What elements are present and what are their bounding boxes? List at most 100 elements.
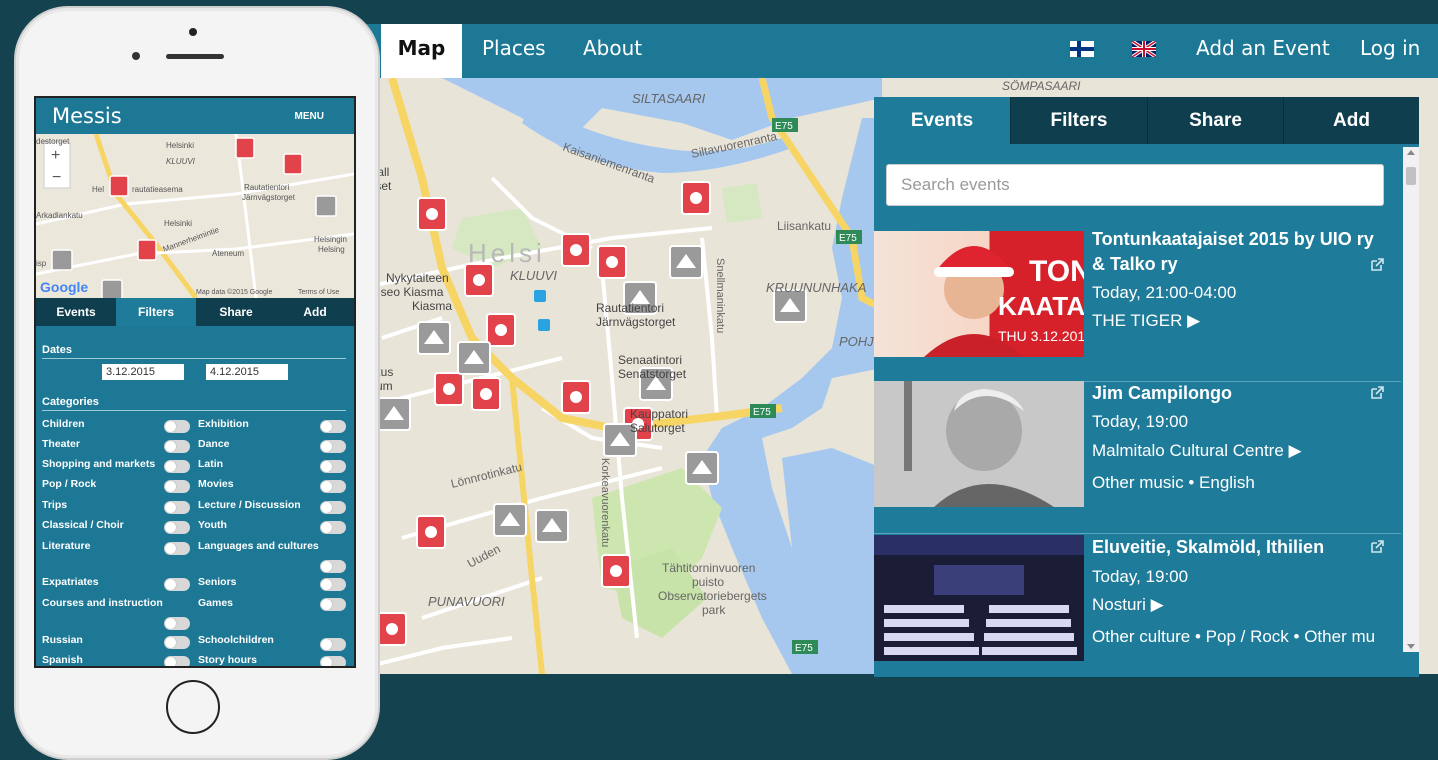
divider — [42, 410, 346, 411]
tab-add[interactable]: Add — [1283, 97, 1419, 144]
event-item[interactable]: TON KAATAJ THU 3.12.2015 Tontunkaatajais… — [874, 229, 1401, 382]
home-button — [166, 680, 220, 734]
zoom-out-icon[interactable]: − — [52, 169, 61, 186]
category-toggle[interactable] — [320, 578, 346, 591]
date-to-input[interactable]: 4.12.2015 — [206, 364, 288, 380]
event-venue[interactable]: THE TIGER ▶ — [1092, 311, 1200, 331]
mobile-tab-share[interactable]: Share — [196, 298, 276, 326]
nav-add-event[interactable]: Add an Event — [1196, 24, 1330, 78]
search-input[interactable]: Search events — [886, 164, 1384, 206]
category-toggle[interactable] — [320, 420, 346, 433]
event-image[interactable] — [874, 381, 1084, 507]
category-label: Schoolchildren — [198, 634, 274, 646]
event-venue[interactable]: Malmitalo Cultural Centre ▶ — [1092, 441, 1302, 461]
category-label: Pop / Rock — [42, 478, 97, 490]
category-label: Exhibition — [198, 418, 249, 430]
category-label: Expatriates — [42, 576, 99, 588]
category-toggle[interactable] — [164, 501, 190, 514]
tab-share[interactable]: Share — [1147, 97, 1283, 144]
external-link-icon[interactable] — [1369, 385, 1385, 401]
category-label: Classical / Choir — [42, 519, 124, 531]
event-item[interactable]: Eluveitie, Skalmöld, Ithilien Today, 19:… — [874, 535, 1401, 677]
nav-map[interactable]: Map — [381, 24, 462, 78]
mobile-tab-events[interactable]: Events — [36, 298, 116, 326]
category-toggle[interactable] — [164, 460, 190, 473]
event-photo — [874, 381, 1084, 507]
category-toggle[interactable] — [320, 480, 346, 493]
svg-text:Järnvägstorget: Järnvägstorget — [242, 193, 296, 202]
category-toggle[interactable] — [164, 420, 190, 433]
category-toggle[interactable] — [320, 560, 346, 573]
category-toggle[interactable] — [320, 598, 346, 611]
category-toggle[interactable] — [320, 460, 346, 473]
tab-filters[interactable]: Filters — [1010, 97, 1147, 144]
event-item[interactable]: Jim Campilongo Today, 19:00 Malmitalo Cu… — [874, 381, 1401, 534]
category-toggle[interactable] — [164, 480, 190, 493]
svg-text:Snellmaninkatu: Snellmaninkatu — [714, 258, 726, 333]
event-venue[interactable]: Nosturi ▶ — [1092, 595, 1164, 615]
category-label: Literature — [42, 540, 91, 552]
svg-text:Kiasma: Kiasma — [412, 299, 452, 313]
external-link-icon[interactable] — [1369, 539, 1385, 555]
svg-text:E75: E75 — [795, 643, 813, 654]
scroll-down-icon[interactable] — [1407, 644, 1415, 649]
event-time: Today, 19:00 — [1092, 567, 1189, 586]
category-toggle[interactable] — [164, 617, 190, 630]
scroll-up-icon[interactable] — [1407, 150, 1415, 155]
svg-text:Arkadiankatu: Arkadiankatu — [36, 211, 83, 220]
mobile-map-canvas: + − Helsinki KLUUVI rautatieasema Hel Ra… — [36, 134, 354, 298]
svg-text:Helsi: Helsi — [468, 238, 546, 268]
nav-about[interactable]: About — [583, 24, 642, 78]
mobile-map[interactable]: + − Helsinki KLUUVI rautatieasema Hel Ra… — [36, 134, 354, 298]
category-toggle[interactable] — [320, 521, 346, 534]
category-label: Shopping and markets — [42, 458, 156, 470]
svg-text:KAATAJ: KAATAJ — [998, 291, 1084, 321]
menu-button[interactable]: MENU — [295, 111, 324, 122]
category-toggle[interactable] — [320, 440, 346, 453]
category-toggle[interactable] — [164, 521, 190, 534]
event-list: TON KAATAJ THU 3.12.2015 Tontunkaatajais… — [874, 229, 1401, 677]
category-toggle[interactable] — [320, 638, 346, 651]
category-toggle[interactable] — [164, 656, 190, 666]
category-toggle[interactable] — [164, 440, 190, 453]
category-toggle[interactable] — [320, 501, 346, 514]
svg-text:Lönnrotinkatu: Lönnrotinkatu — [449, 460, 523, 491]
event-list-scrollbar[interactable] — [1403, 147, 1419, 652]
tab-events[interactable]: Events — [874, 97, 1010, 144]
svg-text:KLUUVI: KLUUVI — [510, 268, 557, 283]
scroll-thumb[interactable] — [1406, 167, 1416, 185]
date-from-input[interactable]: 3.12.2015 — [102, 364, 184, 380]
desktop-app: Map Places About Add an Event Log in SIL… — [362, 24, 1438, 677]
english-flag-icon[interactable] — [1132, 41, 1156, 57]
event-image[interactable] — [874, 535, 1084, 661]
mobile-tab-add[interactable]: Add — [276, 298, 354, 326]
category-toggle[interactable] — [164, 636, 190, 649]
event-photo — [874, 535, 1084, 661]
event-title[interactable]: Jim Campilongo — [1092, 381, 1382, 406]
category-toggle[interactable] — [320, 656, 346, 666]
category-toggle[interactable] — [164, 542, 190, 555]
event-image[interactable]: TON KAATAJ THU 3.12.2015 — [874, 231, 1084, 357]
divider — [42, 358, 346, 359]
svg-text:E75: E75 — [839, 233, 857, 244]
nav-login[interactable]: Log in — [1360, 24, 1420, 78]
finnish-flag-icon[interactable] — [1070, 41, 1094, 57]
categories-heading: Categories — [42, 396, 99, 408]
svg-text:isp: isp — [36, 259, 47, 268]
category-label: Trips — [42, 499, 68, 511]
svg-text:PUNAVUORI: PUNAVUORI — [428, 594, 505, 609]
zoom-in-icon[interactable]: + — [51, 147, 60, 164]
event-title[interactable]: Eluveitie, Skalmöld, Ithilien — [1092, 535, 1382, 560]
svg-text:rautatieasema: rautatieasema — [132, 185, 183, 194]
category-toggle[interactable] — [164, 578, 190, 591]
mobile-tab-filters[interactable]: Filters — [116, 298, 196, 326]
svg-text:Helsing: Helsing — [318, 245, 345, 254]
external-link-icon[interactable] — [1369, 257, 1385, 273]
svg-text:Helsingin: Helsingin — [314, 235, 347, 244]
svg-text:E75: E75 — [753, 407, 771, 418]
event-title[interactable]: Tontunkaatajaiset 2015 by UIO ry & Talko… — [1092, 229, 1382, 277]
nav-places[interactable]: Places — [482, 24, 546, 78]
category-label: Latin — [198, 458, 224, 470]
panel-tabs: Events Filters Share Add — [874, 97, 1419, 144]
svg-text:Salutorget: Salutorget — [630, 421, 685, 435]
